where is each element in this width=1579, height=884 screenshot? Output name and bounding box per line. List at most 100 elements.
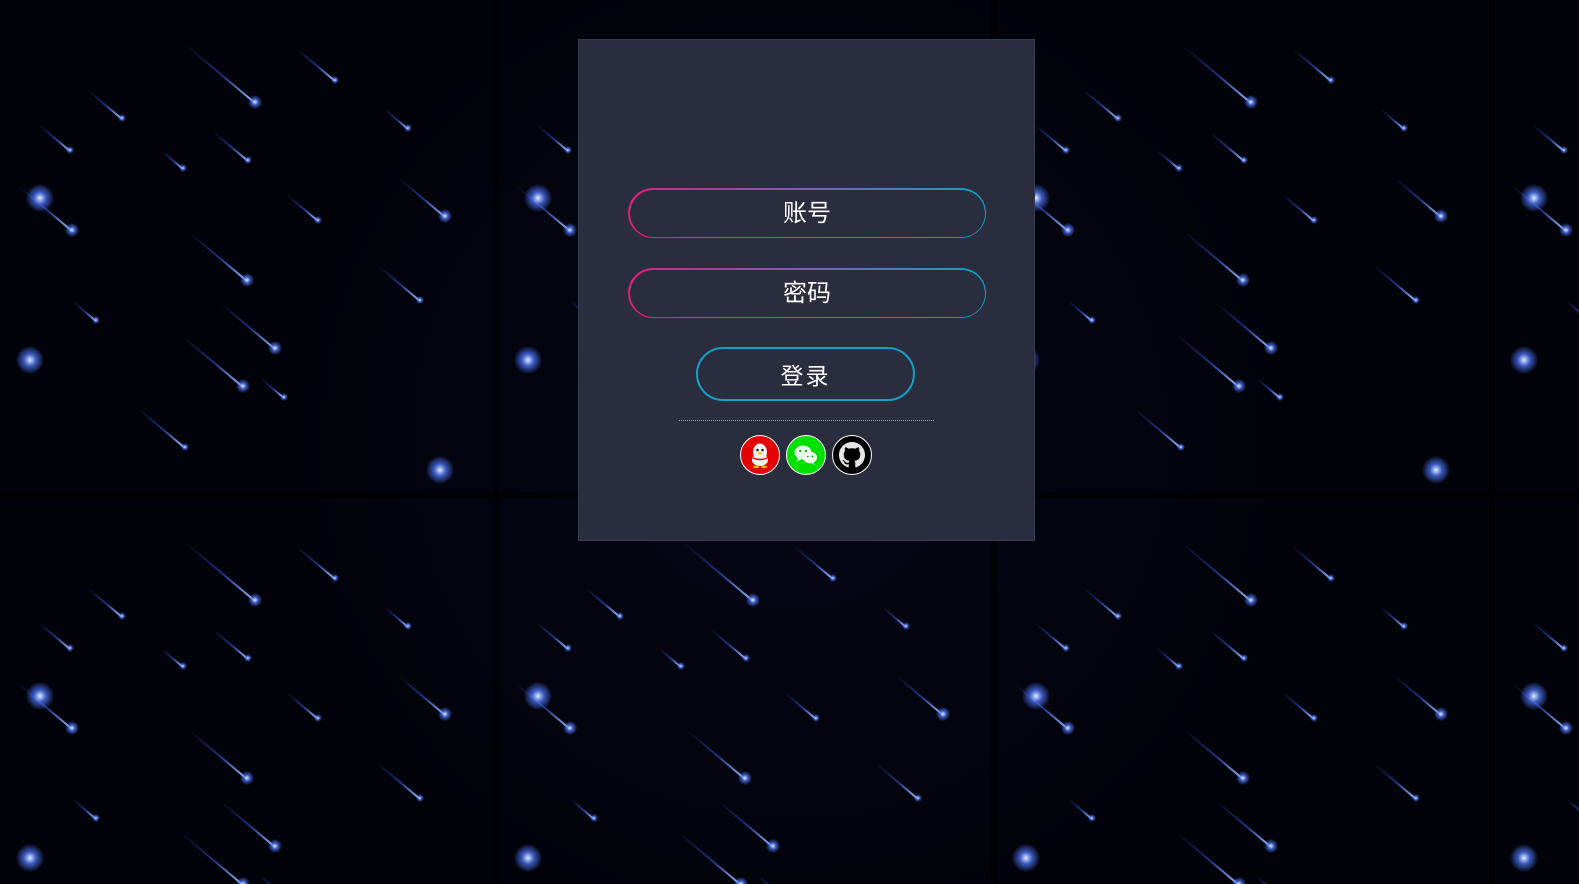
star-glow	[1088, 814, 1096, 822]
star-glow	[92, 316, 100, 324]
star-glow	[1244, 95, 1258, 109]
meteor-streak	[181, 832, 244, 884]
meteor-streak	[1566, 798, 1579, 820]
meteor-streak	[212, 629, 249, 660]
star-glow	[734, 877, 748, 884]
meteor-streak	[220, 303, 276, 350]
star-glow	[1244, 593, 1258, 607]
github-login-button[interactable]	[832, 435, 872, 475]
star-glow	[564, 644, 572, 652]
star-glow	[738, 771, 752, 785]
star-glow	[314, 216, 322, 224]
meteor-streak	[718, 801, 774, 848]
star-glow	[1177, 443, 1185, 451]
meteor-streak	[1177, 334, 1240, 388]
meteor-streak	[138, 408, 186, 449]
star-glow	[514, 346, 542, 374]
star-glow	[590, 814, 598, 822]
star-glow	[1276, 393, 1284, 401]
star-glow	[1061, 721, 1075, 735]
star-glow	[1422, 456, 1450, 484]
star-glow	[118, 612, 126, 620]
meteor-streak	[377, 264, 421, 302]
qq-login-button[interactable]	[740, 435, 780, 475]
star-glow	[677, 662, 685, 670]
password-field-border	[628, 268, 986, 318]
star-glow	[314, 714, 322, 722]
account-field-border	[628, 188, 986, 238]
star-glow	[563, 721, 577, 735]
star-glow	[240, 771, 254, 785]
star-glow	[616, 612, 624, 620]
star-glow	[1327, 574, 1335, 582]
meteor-streak	[1181, 542, 1252, 602]
star-glow	[16, 844, 44, 872]
star-glow	[66, 146, 74, 154]
meteor-streak	[1566, 300, 1579, 322]
meteor-streak	[86, 89, 123, 120]
star-glow	[1412, 296, 1420, 304]
meteor-streak	[1256, 875, 1281, 884]
meteor-streak	[1208, 629, 1245, 660]
star-glow	[1400, 622, 1408, 630]
star-glow	[268, 341, 282, 355]
meteor-streak	[1177, 832, 1240, 884]
meteor-streak	[260, 875, 285, 884]
meteor-streak	[794, 546, 834, 580]
password-input[interactable]	[629, 269, 985, 317]
login-button[interactable]: 登录	[696, 347, 915, 401]
account-input[interactable]	[629, 189, 985, 237]
star-glow	[524, 682, 552, 710]
tile-seam	[1489, 0, 1495, 884]
star-glow	[65, 223, 79, 237]
star-glow	[331, 76, 339, 84]
meteor-streak	[1184, 232, 1244, 282]
meteor-streak	[188, 232, 248, 282]
star-glow	[1400, 124, 1408, 132]
star-glow	[1061, 223, 1075, 237]
meteor-streak	[212, 131, 249, 162]
star-glow	[426, 456, 454, 484]
meteor-streak	[1292, 546, 1332, 580]
star-glow	[404, 622, 412, 630]
star-glow	[240, 273, 254, 287]
star-glow	[438, 707, 452, 721]
star-glow	[1560, 146, 1568, 154]
star-glow	[1114, 114, 1122, 122]
meteor-streak	[185, 44, 256, 104]
star-glow	[742, 654, 750, 662]
star-glow	[1062, 146, 1070, 154]
divider	[679, 420, 934, 421]
star-glow	[1310, 216, 1318, 224]
meteor-streak	[710, 629, 747, 660]
tile-seam	[493, 0, 499, 884]
meteor-streak	[584, 587, 621, 618]
github-icon	[839, 442, 865, 468]
meteor-streak	[1373, 264, 1417, 302]
star-glow	[1310, 714, 1318, 722]
meteor-streak	[683, 542, 754, 602]
meteor-streak	[185, 542, 256, 602]
star-glow	[829, 574, 837, 582]
star-glow	[1114, 612, 1122, 620]
meteor-streak	[686, 730, 746, 780]
wechat-login-button[interactable]	[786, 435, 826, 475]
star-glow	[936, 707, 950, 721]
star-glow	[1088, 316, 1096, 324]
star-glow	[416, 296, 424, 304]
meteor-streak	[679, 832, 742, 884]
star-glow	[1232, 379, 1246, 393]
meteor-streak	[1184, 730, 1244, 780]
star-glow	[1175, 662, 1183, 670]
star-glow	[179, 164, 187, 172]
star-glow	[16, 346, 44, 374]
meteor-streak	[296, 48, 336, 82]
star-glow	[404, 124, 412, 132]
star-glow	[1236, 771, 1250, 785]
meteor-streak	[758, 875, 783, 884]
star-glow	[1236, 273, 1250, 287]
star-glow	[1012, 844, 1040, 872]
star-glow	[244, 654, 252, 662]
star-glow	[1240, 156, 1248, 164]
star-glow	[268, 839, 282, 853]
